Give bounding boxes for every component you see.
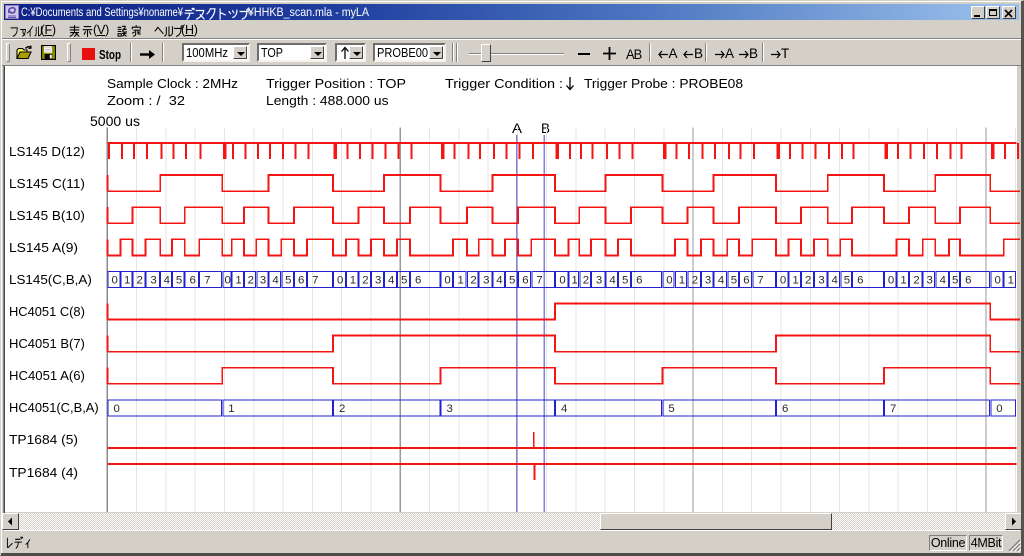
svg-text:1: 1: [571, 275, 577, 287]
svg-text:6: 6: [857, 275, 863, 287]
svg-text:4: 4: [832, 275, 838, 287]
svg-text:6: 6: [743, 275, 749, 287]
svg-text:3: 3: [927, 275, 933, 287]
svg-text:2: 2: [362, 275, 368, 287]
svg-text:3: 3: [447, 403, 453, 415]
svg-text:5: 5: [285, 275, 291, 287]
svg-text:5: 5: [844, 275, 850, 287]
svg-text:2: 2: [470, 275, 476, 287]
svg-text:2: 2: [692, 275, 698, 287]
svg-text:7: 7: [890, 403, 896, 415]
svg-text:6: 6: [190, 275, 196, 287]
svg-text:0: 0: [995, 275, 1001, 287]
svg-text:2: 2: [339, 403, 345, 415]
svg-text:1: 1: [900, 275, 906, 287]
svg-text:2: 2: [248, 275, 254, 287]
svg-text:3: 3: [818, 275, 824, 287]
svg-text:2: 2: [913, 275, 919, 287]
svg-text:6: 6: [415, 275, 421, 287]
svg-text:1: 1: [679, 275, 685, 287]
svg-text:4: 4: [272, 275, 278, 287]
svg-text:3: 3: [483, 275, 489, 287]
svg-text:3: 3: [596, 275, 602, 287]
svg-text:6: 6: [298, 275, 304, 287]
svg-text:7: 7: [312, 275, 318, 287]
svg-text:5: 5: [509, 275, 515, 287]
svg-text:0: 0: [559, 275, 565, 287]
svg-text:1: 1: [1008, 275, 1014, 287]
svg-text:4: 4: [561, 403, 567, 415]
svg-text:1: 1: [124, 275, 130, 287]
svg-text:4: 4: [718, 275, 724, 287]
svg-text:1: 1: [458, 275, 464, 287]
svg-text:0: 0: [114, 403, 120, 415]
svg-text:0: 0: [666, 275, 672, 287]
svg-text:3: 3: [260, 275, 266, 287]
svg-text:4: 4: [940, 275, 946, 287]
svg-text:0: 0: [444, 275, 450, 287]
svg-text:4: 4: [496, 275, 502, 287]
svg-text:5: 5: [668, 403, 674, 415]
svg-text:0: 0: [888, 275, 894, 287]
svg-text:6: 6: [636, 275, 642, 287]
svg-text:7: 7: [536, 275, 542, 287]
svg-text:5: 5: [952, 275, 958, 287]
svg-text:0: 0: [225, 275, 231, 287]
svg-text:3: 3: [375, 275, 381, 287]
svg-text:1: 1: [235, 275, 241, 287]
svg-text:4: 4: [388, 275, 394, 287]
svg-text:3: 3: [705, 275, 711, 287]
svg-text:6: 6: [965, 275, 971, 287]
svg-text:7: 7: [757, 275, 763, 287]
svg-text:0: 0: [996, 403, 1002, 415]
svg-text:7: 7: [204, 275, 210, 287]
svg-text:0: 0: [337, 275, 343, 287]
svg-text:2: 2: [583, 275, 589, 287]
svg-text:5: 5: [401, 275, 407, 287]
svg-text:2: 2: [137, 275, 143, 287]
svg-text:1: 1: [228, 403, 234, 415]
svg-text:5: 5: [176, 275, 182, 287]
svg-text:0: 0: [780, 275, 786, 287]
svg-text:5: 5: [622, 275, 628, 287]
svg-text:2: 2: [805, 275, 811, 287]
svg-text:4: 4: [609, 275, 615, 287]
svg-text:6: 6: [522, 275, 528, 287]
svg-text:6: 6: [782, 403, 788, 415]
svg-text:4: 4: [164, 275, 170, 287]
svg-text:5: 5: [731, 275, 737, 287]
svg-text:0: 0: [112, 275, 118, 287]
svg-text:1: 1: [350, 275, 356, 287]
svg-text:3: 3: [150, 275, 156, 287]
svg-text:1: 1: [792, 275, 798, 287]
